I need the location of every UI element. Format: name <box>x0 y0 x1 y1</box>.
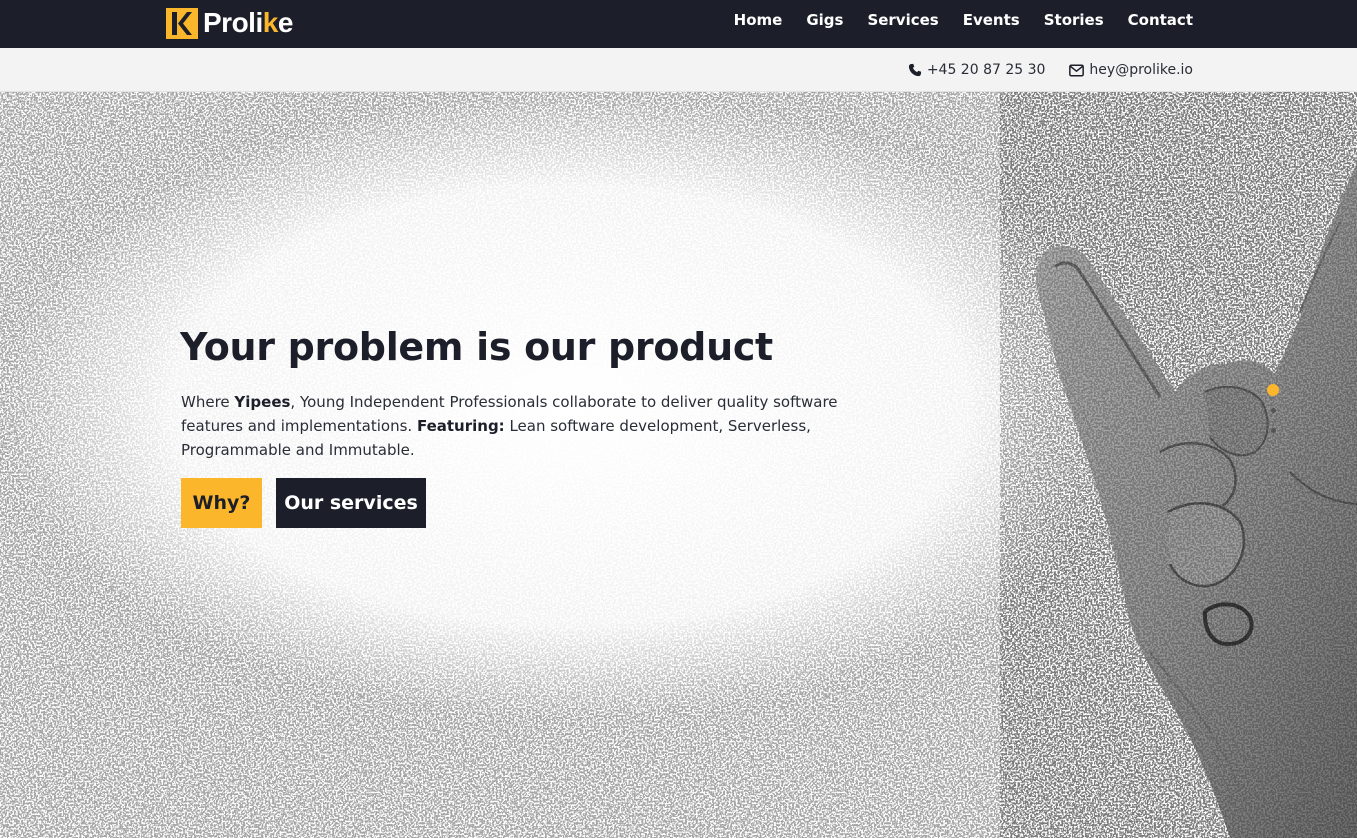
lead-bold-yipees: Yipees <box>234 393 291 411</box>
main-nav: Home Gigs Services Events Stories Contac… <box>734 0 1193 40</box>
hero-background <box>0 92 1357 838</box>
logo-mark-icon <box>166 7 198 39</box>
logo-text-accent: k <box>262 7 279 38</box>
logo-text-part1: Proli <box>203 7 263 38</box>
nav-events[interactable]: Events <box>963 11 1020 29</box>
nav-contact[interactable]: Contact <box>1128 11 1193 29</box>
slider-dot-1[interactable] <box>1267 384 1279 396</box>
lead-bold-featuring: Featuring: <box>416 417 505 435</box>
slider-dot-3[interactable] <box>1271 428 1276 433</box>
hero-section <box>0 92 1357 838</box>
nav-services[interactable]: Services <box>867 11 938 29</box>
contact-bar: +45 20 87 25 30 hey@prolike.io <box>0 48 1357 92</box>
hero-headline: Your problem is our product <box>180 325 773 369</box>
email-link[interactable]: hey@prolike.io <box>1069 62 1193 78</box>
email-address: hey@prolike.io <box>1089 62 1193 78</box>
slider-dots <box>1267 384 1279 438</box>
lead-text-1: Where <box>181 393 235 411</box>
nav-home[interactable]: Home <box>734 11 783 29</box>
logo-text-part2: e <box>277 7 294 38</box>
logo[interactable]: Prolike <box>166 7 296 39</box>
our-services-button[interactable]: Our services <box>276 478 426 528</box>
top-navbar: Prolike Home Gigs Services Events Storie… <box>0 0 1357 48</box>
slider-dot-2[interactable] <box>1271 408 1276 413</box>
phone-icon <box>908 63 921 77</box>
phone-link[interactable]: +45 20 87 25 30 <box>908 62 1046 78</box>
hero-lead: Where Yipees, Young Independent Professi… <box>181 390 841 462</box>
nav-stories[interactable]: Stories <box>1044 11 1104 29</box>
nav-gigs[interactable]: Gigs <box>806 11 843 29</box>
envelope-icon <box>1069 63 1085 76</box>
contact-items: +45 20 87 25 30 hey@prolike.io <box>908 48 1193 92</box>
logo-wordmark: Prolike <box>203 7 293 39</box>
phone-number: +45 20 87 25 30 <box>926 62 1046 78</box>
why-button[interactable]: Why? <box>181 478 262 528</box>
